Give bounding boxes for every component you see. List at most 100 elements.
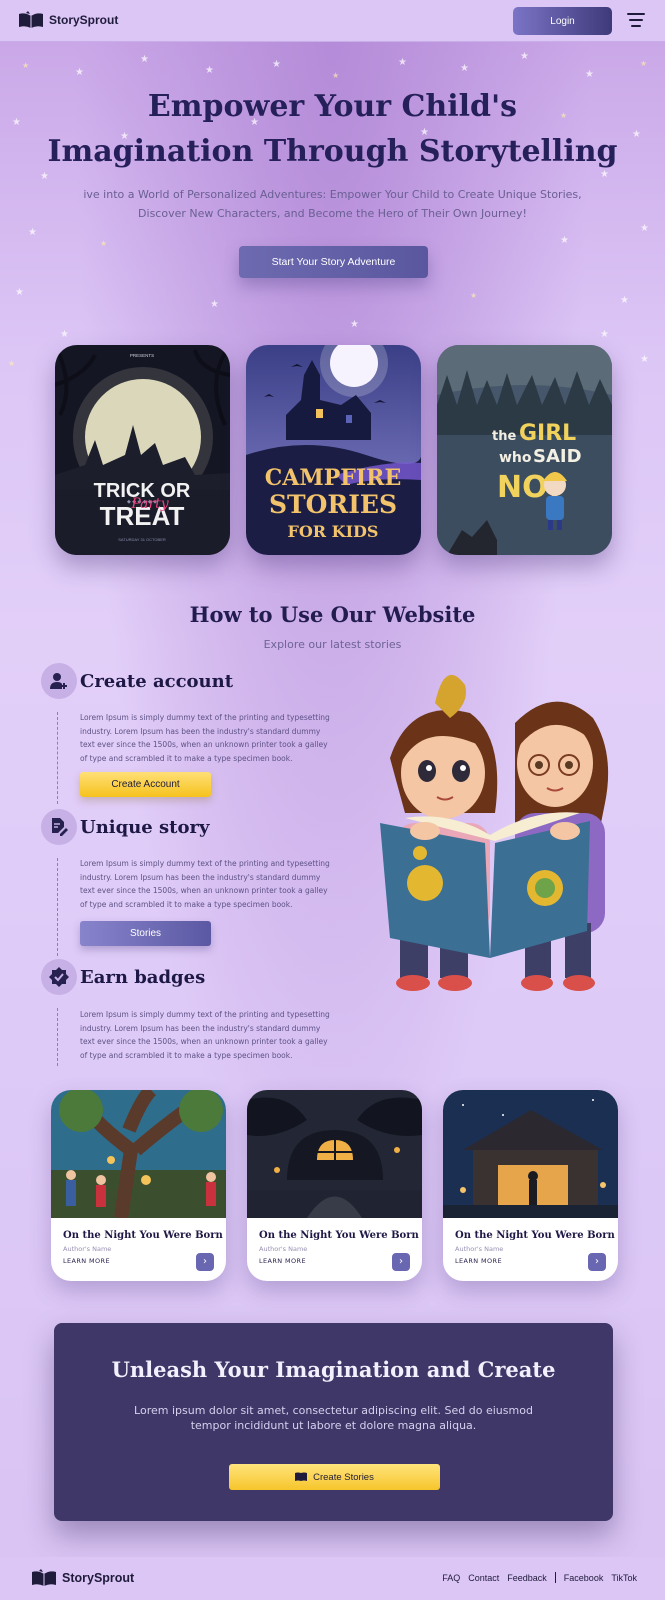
footer-links: FAQ Contact Feedback Facebook TikTok: [434, 1572, 637, 1583]
svg-text:SATURDAY 31 OCTOBER: SATURDAY 31 OCTOBER: [118, 537, 166, 542]
kids-reading-illustration: [380, 674, 609, 991]
star-decoration: ★: [210, 299, 219, 310]
story-card-author: Author's Name: [259, 1245, 308, 1253]
footer-brand-logo[interactable]: StorySprout: [31, 1569, 134, 1587]
learn-more-link[interactable]: LEARN MORE: [63, 1257, 110, 1265]
footer-link-tiktok[interactable]: TikTok: [611, 1573, 637, 1583]
start-adventure-button[interactable]: Start Your Story Adventure: [239, 246, 428, 278]
step-connector-1: [57, 712, 58, 804]
story-card[interactable]: On the Night You Were Born Author's Name…: [51, 1090, 226, 1281]
svg-text:GIRL: GIRL: [519, 421, 576, 446]
step-title-create-account: Create account: [80, 671, 234, 692]
star-decoration: ★: [640, 223, 649, 234]
step-text-create-account: Lorem Ipsum is simply dummy text of the …: [80, 713, 330, 763]
footer-link-feedback[interactable]: Feedback: [507, 1573, 547, 1583]
learn-more-link[interactable]: LEARN MORE: [455, 1257, 502, 1265]
chevron-right-icon[interactable]: ›: [392, 1253, 410, 1271]
star-decoration: ★: [600, 329, 609, 340]
create-stories-button[interactable]: Create Stories: [229, 1464, 440, 1490]
svg-text:Party: Party: [130, 496, 169, 512]
story-card-title: On the Night You Were Born: [455, 1230, 615, 1241]
footer-link-contact[interactable]: Contact: [468, 1573, 499, 1583]
trick-or-treat-cover-art: ◆ ◆ ◆ ◆ ◆ ◆ PRESENTS TRICK OR TREAT Part…: [55, 345, 230, 555]
badge-check-icon: [41, 959, 77, 995]
story-card[interactable]: On the Night You Were Born Author's Name…: [443, 1090, 618, 1281]
footer-divider: [554, 1572, 556, 1583]
star-decoration: ★: [100, 239, 108, 248]
create-banner: Unleash Your Imagination and Create Lore…: [54, 1323, 613, 1521]
star-decoration: ★: [8, 359, 16, 368]
star-decoration: ★: [560, 235, 569, 246]
story-cover-girl-who-said-no[interactable]: the GIRL who SAID NO!: [437, 345, 612, 555]
campfire-stories-cover-art: CAMPFIRE STORIES FOR KIDS: [246, 345, 421, 555]
footer-link-faq[interactable]: FAQ: [442, 1573, 460, 1583]
footer-brand-name: StorySprout: [62, 1571, 135, 1585]
svg-text:PRESENTS: PRESENTS: [130, 353, 154, 358]
star-decoration: ★: [520, 51, 529, 62]
hero-title-line-2: Imagination Through Storytelling: [47, 134, 618, 169]
svg-text:SAID: SAID: [533, 446, 582, 467]
step-title-earn-badges: Earn badges: [80, 967, 206, 988]
story-card[interactable]: On the Night You Were Born Author's Name…: [247, 1090, 422, 1281]
top-nav: StorySprout Login: [0, 0, 665, 42]
edit-document-icon: [41, 809, 77, 845]
star-decoration: ★: [272, 59, 281, 70]
chevron-right-icon[interactable]: ›: [588, 1253, 606, 1271]
learn-more-link[interactable]: LEARN MORE: [259, 1257, 306, 1265]
star-decoration: ★: [332, 71, 340, 80]
login-button[interactable]: Login: [513, 7, 612, 35]
brand-logo[interactable]: StorySprout: [18, 11, 118, 29]
star-decoration: ★: [15, 287, 24, 298]
star-decoration: ★: [28, 227, 37, 238]
brand-name: StorySprout: [49, 13, 119, 27]
open-book-logo-icon: [32, 1569, 56, 1586]
step-connector-3: [57, 1008, 58, 1066]
star-decoration: ★: [350, 319, 359, 330]
how-to-subtitle: Explore our latest stories: [263, 638, 402, 651]
story-card-author: Author's Name: [455, 1245, 504, 1253]
user-plus-icon: [41, 663, 77, 699]
stories-button[interactable]: Stories: [80, 921, 211, 946]
girl-who-said-no-cover-art: the GIRL who SAID NO!: [437, 345, 612, 555]
step-text-unique-story: Lorem Ipsum is simply dummy text of the …: [80, 859, 330, 909]
how-to-title: How to Use Our Website: [189, 602, 476, 627]
footer: StorySprout FAQ Contact Feedback Faceboo…: [0, 1557, 665, 1600]
hero-title-line-1: Empower Your Child's: [147, 89, 518, 124]
open-book-logo-icon: [19, 11, 43, 28]
story-cover-trick-or-treat[interactable]: ◆ ◆ ◆ ◆ ◆ ◆ PRESENTS TRICK OR TREAT Part…: [55, 345, 230, 555]
svg-text:who: who: [499, 450, 532, 466]
star-decoration: ★: [22, 61, 30, 70]
hamburger-menu-icon[interactable]: [627, 12, 647, 28]
chevron-right-icon[interactable]: ›: [196, 1253, 214, 1271]
star-decoration: ★: [470, 291, 478, 300]
hero-title: Empower Your Child's Imagination Through…: [0, 84, 665, 174]
star-decoration: ★: [75, 67, 84, 78]
story-cover-campfire-stories[interactable]: CAMPFIRE STORIES FOR KIDS: [246, 345, 421, 555]
svg-text:FOR KIDS: FOR KIDS: [288, 522, 379, 541]
star-decoration: ★: [60, 329, 69, 340]
star-decoration: ★: [205, 65, 214, 76]
footer-link-facebook[interactable]: Facebook: [564, 1573, 604, 1583]
step-text-earn-badges: Lorem Ipsum is simply dummy text of the …: [80, 1010, 330, 1060]
story-card-title: On the Night You Were Born: [259, 1230, 419, 1241]
create-stories-label: Create Stories: [313, 1471, 374, 1483]
step-connector-2: [57, 858, 58, 956]
star-decoration: ★: [398, 57, 407, 68]
banner-text: Lorem ipsum dolor sit amet, consectetur …: [134, 1404, 533, 1432]
star-decoration: ★: [585, 69, 594, 80]
story-card-image: [247, 1090, 422, 1218]
create-account-button[interactable]: Create Account: [80, 772, 211, 797]
svg-text:the: the: [492, 429, 516, 444]
svg-text:STORIES: STORIES: [269, 490, 397, 519]
svg-text:CAMPFIRE: CAMPFIRE: [265, 465, 401, 491]
star-decoration: ★: [640, 354, 649, 365]
star-decoration: ★: [140, 54, 149, 65]
story-card-title: On the Night You Were Born: [63, 1230, 223, 1241]
star-decoration: ★: [620, 295, 629, 306]
star-decoration: ★: [640, 59, 648, 68]
story-card-author: Author's Name: [63, 1245, 112, 1253]
step-title-unique-story: Unique story: [80, 817, 210, 838]
hero-subtitle: ive into a World of Personalized Adventu…: [83, 188, 582, 220]
star-decoration: ★: [460, 63, 469, 74]
banner-title: Unleash Your Imagination and Create: [111, 1357, 556, 1382]
